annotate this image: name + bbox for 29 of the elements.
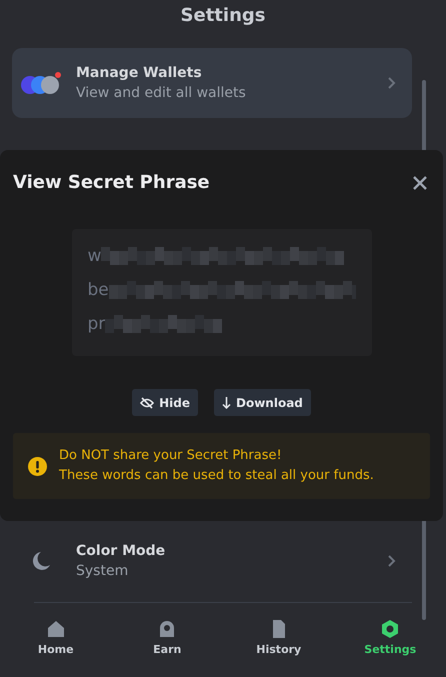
- phrase-word: be: [88, 280, 109, 300]
- nav-tab[interactable]: Home: [0, 609, 112, 677]
- close-button[interactable]: [412, 174, 428, 190]
- dialog-title: View Secret Phrase: [13, 172, 210, 193]
- wallet-avatars-icon: [18, 70, 64, 96]
- hide-button[interactable]: Hide: [132, 389, 198, 416]
- settings-row[interactable]: Manage Wallets View and edit all wallets: [12, 48, 412, 118]
- row-subtitle: View and edit all wallets: [76, 85, 247, 101]
- chevron-right-icon: [388, 555, 396, 567]
- eye-off-icon: [140, 396, 154, 408]
- row-subtitle: System: [76, 563, 130, 579]
- phrase-word: pr: [88, 314, 106, 334]
- page-title: Settings: [180, 4, 266, 26]
- row-title: Color Mode: [76, 543, 166, 559]
- settings-icon: [380, 619, 400, 639]
- download-button[interactable]: Download: [214, 389, 311, 416]
- settings-row[interactable]: Color Mode System: [12, 526, 412, 596]
- warning-text: These words can be used to steal all your funds.: [59, 467, 374, 485]
- moon-icon: [32, 552, 50, 570]
- chevron-right-icon: [388, 77, 396, 89]
- arrow-down-icon: [222, 396, 231, 408]
- home-icon: [46, 619, 66, 639]
- nav-tab[interactable]: History: [223, 609, 334, 677]
- nav-tab[interactable]: Earn: [112, 609, 223, 677]
- row-title: Manage Wallets: [76, 65, 203, 81]
- warning-text: Do NOT share your Secret Phrase!: [59, 447, 283, 465]
- exclamation-icon: [28, 456, 47, 476]
- nav-tab[interactable]: Settings: [334, 609, 446, 677]
- phrase-word: w: [88, 246, 102, 266]
